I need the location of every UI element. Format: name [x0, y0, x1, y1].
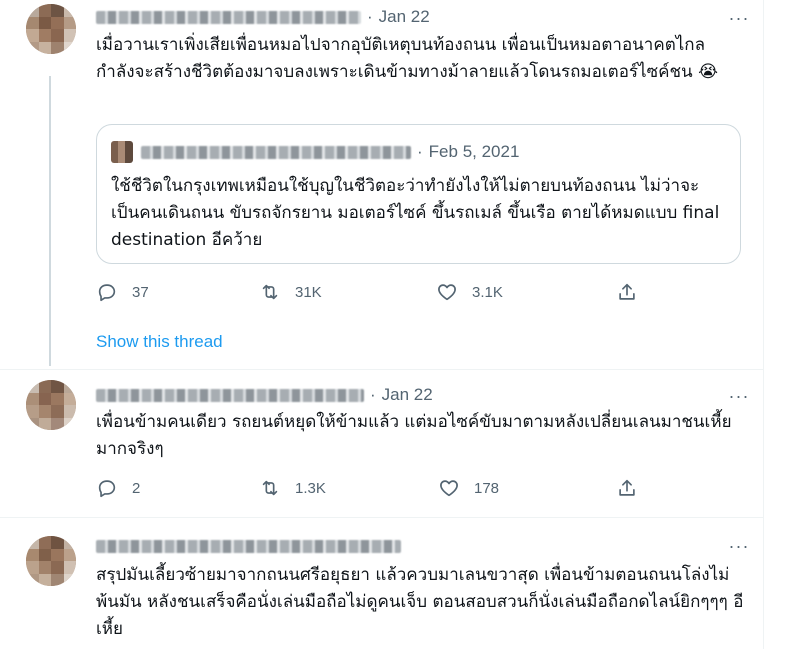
retweet-icon [262, 284, 278, 300]
reply-count: 37 [132, 283, 149, 301]
tweet-header: · Jan 22 [96, 383, 433, 407]
share-button[interactable] [616, 477, 652, 499]
tweet-actions: 2 1.3K 178 [96, 477, 656, 501]
tweet-header: · Jan 22 [96, 5, 430, 29]
tweet-date[interactable]: Jan 22 [382, 385, 433, 405]
tweet-text: เพื่อนข้ามคนเดียว รถยนต์หยุดให้ข้ามแล้ว … [96, 412, 732, 459]
retweet-count: 1.3K [295, 479, 326, 497]
reply-icon [98, 480, 116, 498]
tweet-3[interactable]: ··· สรุปมันเลี้ยวซ้ายมาจากถนนศรีอยุธยา แ… [0, 518, 763, 649]
author-name-redacted[interactable] [96, 10, 361, 24]
quoted-tweet-header: · Feb 5, 2021 [111, 141, 519, 163]
tweet-2[interactable]: · Jan 22 ··· เพื่อนข้ามคนเดียว รถยนต์หยุ… [0, 370, 763, 515]
heart-icon [440, 480, 458, 497]
quoted-tweet-text: ใช้ชีวิตในกรุงเทพเหมือนใช้บุญในชีวิตอะว่… [111, 176, 720, 250]
heart-icon [438, 284, 456, 301]
like-button[interactable]: 178 [438, 477, 499, 499]
tweet-date[interactable]: Jan 22 [379, 7, 430, 27]
quoted-avatar [111, 141, 133, 163]
quoted-tweet[interactable]: · Feb 5, 2021 ใช้ชีวิตในกรุงเทพเหมือนใช้… [96, 124, 741, 264]
reply-button[interactable]: 37 [96, 281, 149, 303]
share-icon [619, 479, 635, 496]
more-icon[interactable]: ··· [729, 8, 749, 28]
tweet-text: สรุปมันเลี้ยวซ้ายมาจากถนนศรีอยุธยา แล้วค… [96, 565, 744, 639]
quoted-tweet-date: Feb 5, 2021 [428, 142, 520, 161]
avatar[interactable] [26, 380, 76, 430]
reply-count: 2 [132, 479, 141, 497]
share-button[interactable] [616, 281, 652, 303]
avatar[interactable] [26, 4, 76, 54]
share-icon [619, 283, 635, 300]
tweet-text: เมื่อวานเราเพิ่งเสียเพื่อนหมอไปจากอุบัติ… [96, 35, 718, 82]
tweet-1[interactable]: · Jan 22 ··· เมื่อวานเราเพิ่งเสียเพื่อนห… [0, 0, 763, 370]
like-count: 3.1K [472, 283, 503, 301]
author-name-redacted[interactable] [96, 539, 401, 553]
like-count: 178 [474, 479, 500, 497]
avatar[interactable] [26, 536, 76, 586]
tweet-actions: 37 31K 3.1K [96, 281, 656, 305]
column-border [763, 0, 764, 649]
retweet-button[interactable]: 1.3K [259, 477, 326, 499]
quoted-author-redacted [141, 145, 411, 159]
retweet-count: 31K [295, 283, 322, 301]
retweet-icon [262, 480, 278, 496]
retweet-button[interactable]: 31K [259, 281, 322, 303]
like-button[interactable]: 3.1K [436, 281, 503, 303]
tweet-header [96, 534, 401, 558]
reply-icon [98, 284, 116, 302]
show-thread-link[interactable]: Show this thread [96, 332, 223, 352]
more-icon[interactable]: ··· [729, 386, 749, 406]
author-name-redacted[interactable] [96, 388, 364, 402]
more-icon[interactable]: ··· [729, 536, 749, 556]
reply-button[interactable]: 2 [96, 477, 140, 499]
